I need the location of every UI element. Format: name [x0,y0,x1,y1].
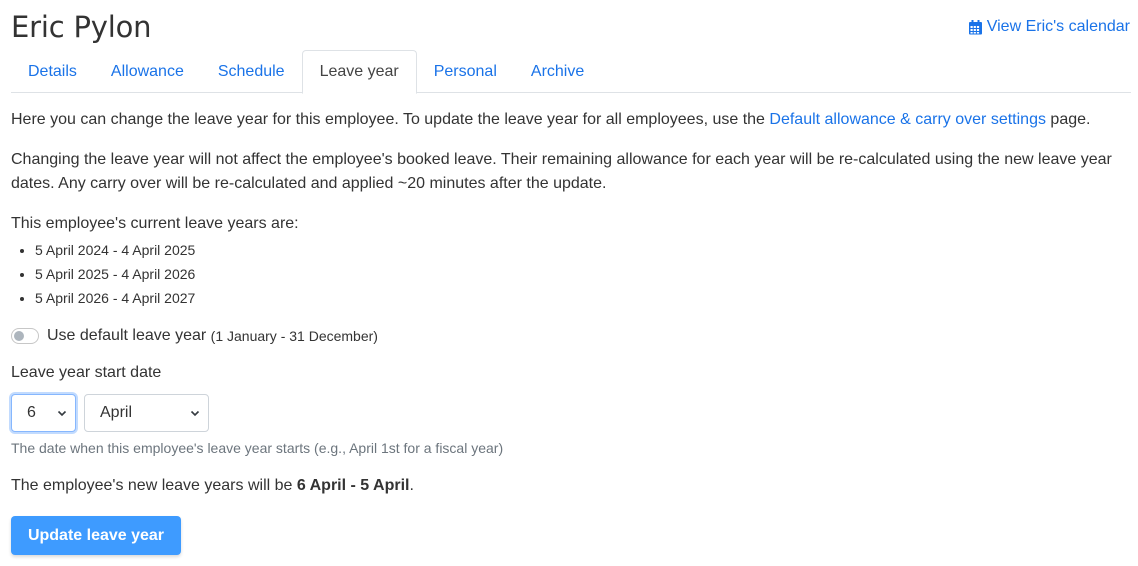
default-leave-year-range: (1 January - 31 December) [210,328,378,344]
start-day-value: 6 [27,404,36,421]
default-leave-year-label[interactable]: Use default leave year [47,327,206,345]
list-item: 5 April 2026 - 4 April 2027 [35,286,1131,310]
chevron-down-icon [57,410,67,417]
start-date-selects: 6 April [11,394,1131,432]
default-leave-year-toggle-row: Use default leave year (1 January - 31 D… [11,327,1131,345]
leave-year-panel: Here you can change the leave year for t… [11,108,1131,555]
switch-knob [14,331,24,341]
new-leave-year-range: 6 April - 5 April [296,477,410,494]
page-title: Eric Pylon [11,10,152,44]
default-allowance-settings-link[interactable]: Default allowance & carry over settings [769,111,1046,128]
employee-tabs: Details Allowance Schedule Leave year Pe… [11,50,1131,94]
tab-leave-year[interactable]: Leave year [301,50,417,94]
intro-text: Here you can change the leave year for t… [11,111,1091,128]
update-leave-year-button[interactable]: Update leave year [11,516,181,555]
view-calendar-label: View Eric's calendar [986,18,1130,35]
tab-personal[interactable]: Personal [417,50,514,93]
start-month-select[interactable]: April [84,394,209,432]
tab-details[interactable]: Details [11,50,94,93]
calendar-icon [968,19,982,34]
page-header: Eric Pylon View Eric's calendar [11,8,1130,48]
start-date-label: Leave year start date [11,364,162,381]
chevron-down-icon [190,410,200,417]
tab-schedule[interactable]: Schedule [201,50,302,93]
tab-allowance[interactable]: Allowance [94,50,201,93]
list-item: 5 April 2024 - 4 April 2025 [35,238,1131,262]
tab-archive[interactable]: Archive [514,50,601,93]
start-month-value: April [100,404,133,421]
current-years-list: 5 April 2024 - 4 April 2025 5 April 2025… [11,238,1131,310]
default-leave-year-switch[interactable] [11,328,39,344]
list-item: 5 April 2025 - 4 April 2026 [35,262,1131,286]
start-date-help: The date when this employee's leave year… [11,440,504,456]
view-calendar-link[interactable]: View Eric's calendar [968,18,1130,36]
new-leave-years-summary: The employee's new leave years will be 6… [11,477,414,494]
current-years-heading: This employee's current leave years are: [11,215,299,232]
start-day-select[interactable]: 6 [11,394,76,432]
recalculation-notice: Changing the leave year will not affect … [11,151,1112,192]
